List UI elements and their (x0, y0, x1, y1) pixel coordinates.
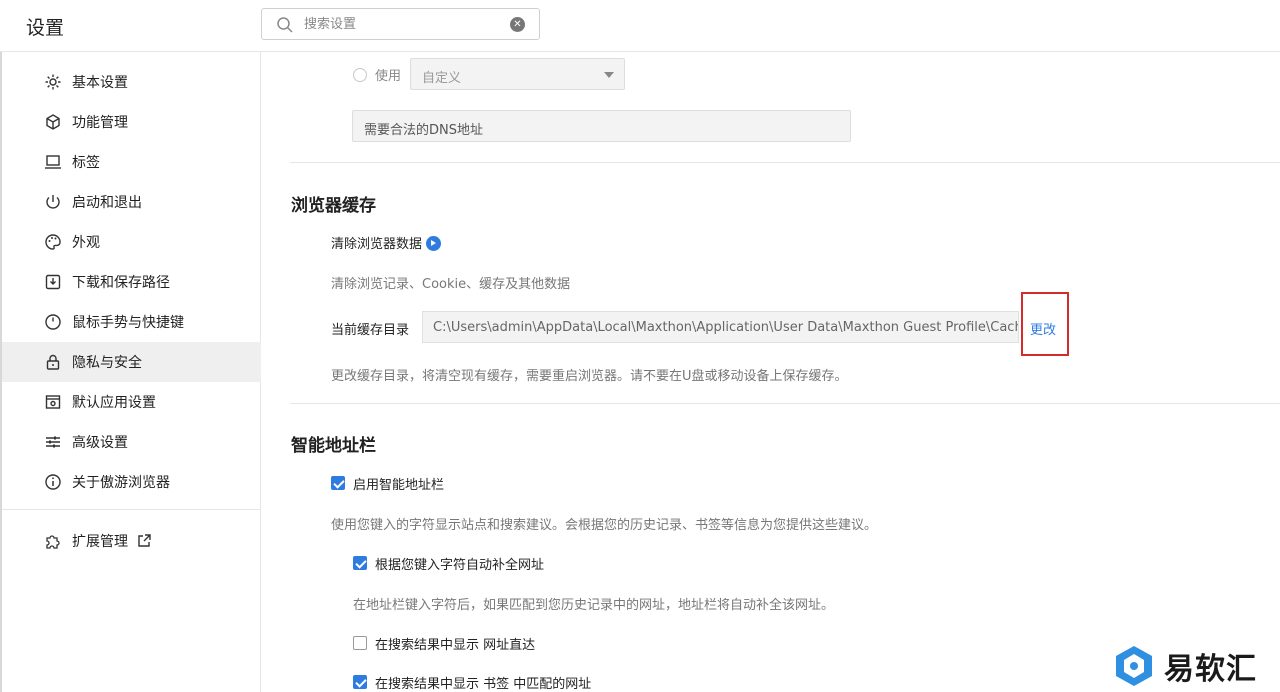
sidebar-item-advanced[interactable]: 高级设置 (2, 422, 261, 462)
sidebar-item-default-apps[interactable]: 默认应用设置 (2, 382, 261, 422)
watermark: 易软汇 (1112, 642, 1280, 690)
sidebar-item-label: 高级设置 (72, 435, 128, 451)
enable-smartbar-label: 启用智能地址栏 (353, 478, 445, 493)
sidebar-item-about[interactable]: 关于傲游浏览器 (2, 462, 261, 502)
section-divider (290, 162, 1280, 163)
clear-data-desc: 清除浏览记录、Cookie、缓存及其他数据 (331, 277, 571, 292)
clear-data-link[interactable]: 清除浏览器数据 (331, 233, 442, 252)
cache-dir-label: 当前缓存目录 (331, 323, 410, 338)
dns-provider-select[interactable]: 自定义 (410, 58, 625, 90)
autocomplete-label: 根据您键入字符自动补全网址 (375, 558, 545, 573)
dns-custom-radio[interactable] (353, 68, 367, 82)
external-link-icon (136, 533, 152, 549)
sidebar-item-tabs[interactable]: 标签 (2, 142, 261, 182)
smartbar-section-title: 智能地址栏 (291, 436, 376, 456)
dns-select-value: 自定义 (422, 71, 462, 86)
sidebar-item-label: 基本设置 (72, 75, 128, 91)
cache-section-title: 浏览器缓存 (291, 196, 376, 216)
watermark-text: 易软汇 (1164, 652, 1257, 687)
sidebar-item-privacy[interactable]: 隐私与安全 (2, 342, 261, 382)
search-box[interactable]: ✕ (261, 8, 540, 40)
watermark-logo-icon (1116, 646, 1152, 686)
download-icon (44, 273, 62, 291)
dns-radio-label: 使用 (375, 69, 402, 84)
palette-icon (44, 233, 62, 251)
show-bookmarks-label: 在搜索结果中显示 书签 中匹配的网址 (375, 677, 592, 692)
change-cache-desc: 更改缓存目录，将清空现有缓存，需要重启浏览器。请不要在U盘或移动设备上保存缓存。 (331, 369, 848, 384)
sidebar-item-label: 扩展管理 (72, 534, 128, 550)
top-bar: 设置 ✕ (0, 0, 1280, 52)
sidebar-item-label: 下载和保存路径 (72, 275, 170, 291)
autocomplete-desc: 在地址栏键入字符后，如果匹配到您历史记录中的网址，地址栏将自动补全该网址。 (353, 598, 835, 613)
sidebar-item-features[interactable]: 功能管理 (2, 102, 261, 142)
default-app-icon (44, 393, 62, 411)
cube-icon (44, 113, 62, 131)
enable-smartbar-checkbox[interactable] (331, 476, 345, 490)
gear-icon (44, 73, 62, 91)
sidebar-item-label: 默认应用设置 (72, 395, 156, 411)
cache-dir-field: C:\Users\admin\AppData\Local\Maxthon\App… (422, 311, 1019, 343)
sidebar-item-appearance[interactable]: 外观 (2, 222, 261, 262)
sidebar-divider (2, 509, 261, 510)
smartbar-desc: 使用您键入的字符显示站点和搜索建议。会根据您的历史记录、书签等信息为您提供这些建… (331, 518, 878, 533)
sidebar-item-label: 功能管理 (72, 115, 128, 131)
dns-address-input[interactable]: 需要合法的DNS地址 (352, 110, 851, 142)
mouse-icon (44, 313, 62, 331)
sidebar-item-label: 启动和退出 (72, 195, 142, 211)
search-icon (277, 17, 293, 33)
chevron-down-icon (604, 72, 614, 78)
autocomplete-checkbox[interactable] (353, 556, 367, 570)
sidebar-item-basic[interactable]: 基本设置 (2, 62, 261, 102)
change-cache-dir-link[interactable]: 更改 (1030, 319, 1056, 338)
sliders-icon (44, 433, 62, 451)
power-icon (44, 193, 62, 211)
clear-data-label: 清除浏览器数据 (331, 237, 423, 252)
sidebar-item-downloads[interactable]: 下载和保存路径 (2, 262, 261, 302)
search-input[interactable] (304, 14, 494, 34)
show-direct-label: 在搜索结果中显示 网址直达 (375, 638, 536, 653)
sidebar-item-gestures[interactable]: 鼠标手势与快捷键 (2, 302, 261, 342)
sidebar-item-extensions[interactable]: 扩展管理 (2, 521, 261, 561)
sidebar-item-label: 鼠标手势与快捷键 (72, 315, 184, 331)
clear-search-icon[interactable]: ✕ (510, 17, 525, 32)
info-icon (44, 473, 62, 491)
sidebar-item-startup[interactable]: 启动和退出 (2, 182, 261, 222)
sidebar-item-label: 关于傲游浏览器 (72, 475, 170, 491)
sidebar-item-label: 外观 (72, 235, 100, 251)
puzzle-icon (44, 532, 62, 550)
sidebar-item-label: 隐私与安全 (72, 355, 142, 371)
settings-content: 使用 自定义 需要合法的DNS地址 浏览器缓存 清除浏览器数据 清除浏览记录、C… (262, 52, 1280, 692)
arrow-right-icon[interactable] (426, 236, 442, 251)
laptop-icon (44, 153, 62, 171)
page-title: 设置 (26, 17, 65, 39)
section-divider (290, 403, 1280, 404)
show-bookmarks-checkbox[interactable] (353, 675, 367, 689)
sidebar-item-label: 标签 (72, 155, 100, 171)
lock-icon (44, 353, 62, 371)
show-direct-checkbox[interactable] (353, 636, 367, 650)
sidebar: 基本设置 功能管理 标签 启动和退出 外观 下载和保存路径 鼠标手势与快捷键 隐… (0, 52, 261, 692)
